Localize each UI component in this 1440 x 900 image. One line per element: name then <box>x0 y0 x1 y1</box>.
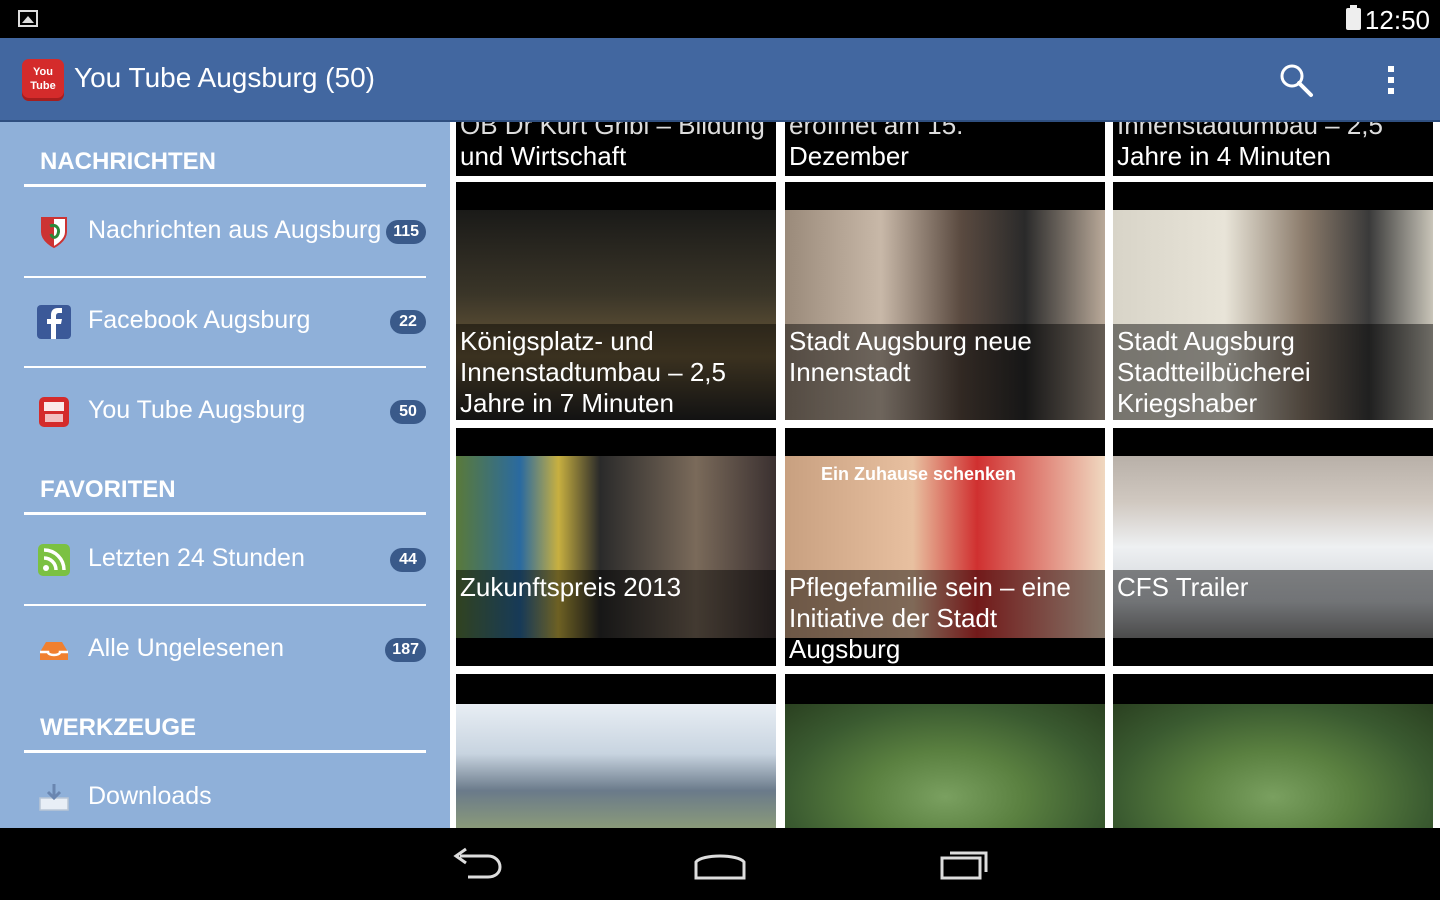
video-tile[interactable]: Königsplatz- und Innenstadtumbau – 2,5 J… <box>456 182 776 420</box>
video-tile[interactable]: eröffnet am 15. Dezember <box>785 122 1105 176</box>
unread-inbox-icon <box>40 642 68 660</box>
video-title: OB Dr Kurt Gribl – Bildung und Wirtschaf… <box>456 122 776 176</box>
youtube-icon <box>39 397 69 427</box>
video-title: CFS Trailer <box>1113 570 1433 638</box>
status-clock: 12:50 <box>1364 5 1430 35</box>
drawer-item-downloads[interactable]: Downloads <box>0 762 450 828</box>
video-thumbnail <box>785 704 1105 828</box>
back-icon[interactable] <box>448 846 508 882</box>
drawer-item-label: Downloads <box>88 782 212 810</box>
drawer-item-label: You Tube Augsburg <box>88 396 306 424</box>
overflow-menu-icon[interactable] <box>1376 60 1406 100</box>
video-title: Stadt Augsburg Stadtteilbücherei Kriegsh… <box>1113 324 1433 420</box>
video-title-line: und Wirtschaft <box>460 141 627 171</box>
drawer-item-news-augsburg[interactable]: Nachrichten aus Augsburg 115 <box>0 196 450 276</box>
video-tile[interactable]: Stadt Augsburg neue Innenstadt <box>785 182 1105 420</box>
video-tile[interactable]: CFS Trailer <box>1113 428 1433 666</box>
drawer-item-label: Alle Ungelesenen <box>88 634 284 662</box>
unread-count-badge: 44 <box>390 548 426 572</box>
section-header-news: NACHRICHTEN <box>40 148 216 175</box>
augsburg-crest-icon <box>41 217 67 249</box>
unread-count-badge: 50 <box>390 400 426 424</box>
drawer-item-facebook[interactable]: Facebook Augsburg 22 <box>0 286 450 366</box>
video-tile[interactable]: OB Dr Kurt Gribl – Bildung und Wirtschaf… <box>456 122 776 176</box>
video-thumbnail <box>1113 704 1433 828</box>
drawer-item-last-24-hours[interactable]: Letzten 24 Stunden 44 <box>0 524 450 604</box>
divider <box>24 366 426 368</box>
facebook-icon <box>37 305 71 339</box>
navigation-drawer: NACHRICHTEN Nachrichten aus Augsburg 115… <box>0 122 450 828</box>
video-tile[interactable]: Innenstadtumbau – 2,5 Jahre in 4 Minuten <box>1113 122 1433 176</box>
search-icon[interactable] <box>1278 62 1314 98</box>
video-title-line: OB Dr Kurt Gribl – Bildung <box>460 122 765 140</box>
video-tile[interactable]: Ein Zuhause schenken Pflegefamilie sein … <box>785 428 1105 666</box>
drawer-item-youtube[interactable]: You Tube Augsburg 50 <box>0 376 450 456</box>
video-tile[interactable]: Stadt Augsburg Stadtteilbücherei Kriegsh… <box>1113 182 1433 420</box>
image-notification-icon <box>18 10 38 27</box>
video-title: eröffnet am 15. Dezember <box>785 122 1105 176</box>
divider <box>24 276 426 278</box>
divider <box>24 604 426 606</box>
drawer-item-label: Facebook Augsburg <box>88 306 311 334</box>
rss-icon <box>38 544 70 576</box>
video-title-line: Innenstadtumbau – 2,5 <box>1117 122 1383 140</box>
video-tile[interactable]: Zukunftspreis 2013 <box>456 428 776 666</box>
section-header-favorites: FAVORITEN <box>40 476 176 503</box>
section-header-tools: WERKZEUGE <box>40 714 196 741</box>
page-title: You Tube Augsburg (50) <box>74 62 375 93</box>
divider <box>24 750 426 753</box>
download-tray-icon <box>39 784 69 811</box>
app-logo-icon[interactable]: You Tube <box>22 59 64 101</box>
drawer-item-label: Letzten 24 Stunden <box>88 544 305 572</box>
drawer-item-label: Nachrichten aus Augsburg <box>88 216 382 244</box>
status-bar: 12:50 <box>0 0 1440 38</box>
video-title: Zukunftspreis 2013 <box>456 570 776 638</box>
video-tile[interactable] <box>1113 674 1433 828</box>
unread-count-badge: 115 <box>386 220 426 244</box>
video-overlay-text: Ein Zuhause schenken <box>821 464 1017 484</box>
video-title-line: eröffnet am 15. <box>789 122 964 140</box>
battery-icon <box>1346 5 1361 30</box>
video-tile[interactable] <box>456 674 776 828</box>
video-title-line: Jahre in 4 Minuten <box>1117 141 1331 171</box>
drawer-item-all-unread[interactable]: Alle Ungelesenen 187 <box>0 614 450 694</box>
video-title: Innenstadtumbau – 2,5 Jahre in 4 Minuten <box>1113 122 1433 176</box>
video-title: Königsplatz- und Innenstadtumbau – 2,5 J… <box>456 324 776 420</box>
video-grid: OB Dr Kurt Gribl – Bildung und Wirtschaf… <box>450 122 1440 828</box>
unread-count-badge: 22 <box>390 310 426 334</box>
system-navigation-bar <box>0 828 1440 900</box>
recent-apps-icon[interactable] <box>934 846 994 882</box>
unread-count-badge: 187 <box>385 638 426 662</box>
divider <box>24 512 426 515</box>
video-title: Pflegefamilie sein – eine Initiative der… <box>785 570 1105 666</box>
home-icon[interactable] <box>690 846 750 882</box>
action-bar: You Tube You Tube Augsburg (50) <box>0 38 1440 122</box>
app-logo-text-bottom: Tube <box>30 80 56 92</box>
app-logo-text-top: You <box>33 66 53 78</box>
video-thumbnail <box>456 704 776 828</box>
video-title-line: Dezember <box>789 141 909 171</box>
video-tile[interactable] <box>785 674 1105 828</box>
divider <box>24 184 426 187</box>
video-title: Stadt Augsburg neue Innenstadt <box>785 324 1105 420</box>
